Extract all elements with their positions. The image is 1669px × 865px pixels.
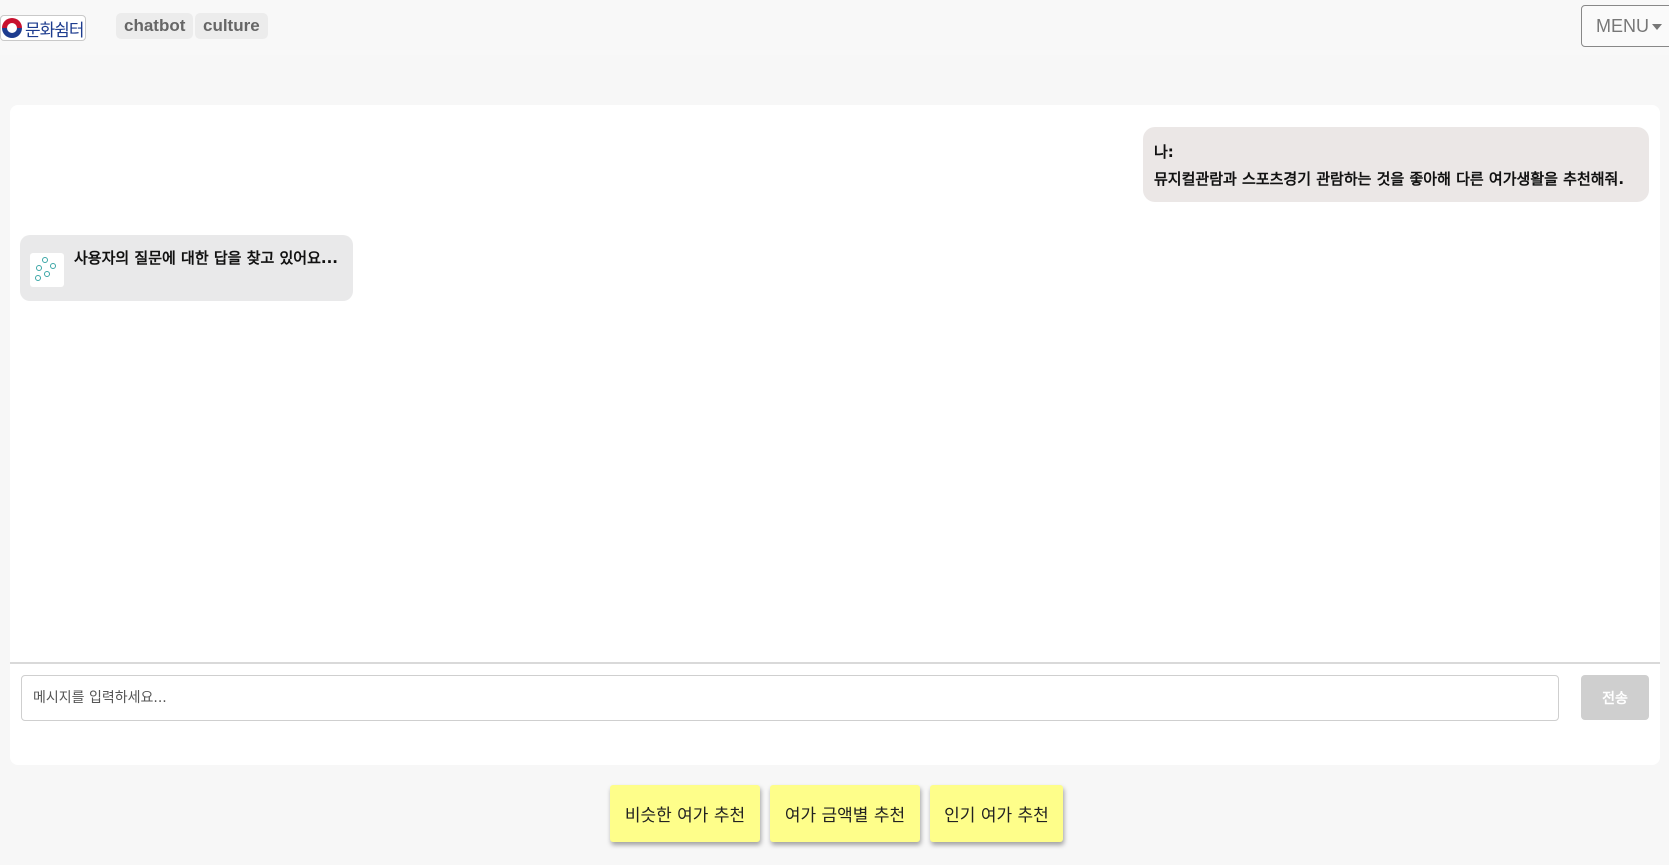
- user-message-bubble: 나: 뮤지컬관람과 스포츠경기 관람하는 것을 좋아해 다른 여가생활을 추천해…: [1143, 127, 1649, 202]
- similar-leisure-recommend-button[interactable]: 비슷한 여가 추천: [610, 785, 760, 842]
- loading-spinner-icon: [30, 253, 64, 287]
- bot-message-bubble: 사용자의 질문에 대한 답을 찾고 있어요...: [20, 235, 353, 301]
- site-logo[interactable]: 문화쉼터: [0, 15, 86, 41]
- price-leisure-recommend-button[interactable]: 여가 금액별 추천: [770, 785, 920, 842]
- taegeuk-logo-icon: [2, 18, 22, 38]
- user-message-sender: 나:: [1154, 143, 1174, 161]
- nav-link-culture[interactable]: culture: [195, 13, 268, 39]
- user-message-text: 뮤지컬관람과 스포츠경기 관람하는 것을 좋아해 다른 여가생활을 추천해줘.: [1154, 170, 1625, 188]
- nav-link-chatbot[interactable]: chatbot: [116, 13, 194, 39]
- send-button[interactable]: 전송: [1581, 675, 1649, 720]
- logo-text: 문화쉼터: [25, 20, 85, 41]
- chat-window: 나: 뮤지컬관람과 스포츠경기 관람하는 것을 좋아해 다른 여가생활을 추천해…: [10, 105, 1660, 765]
- popular-leisure-recommend-button[interactable]: 인기 여가 추천: [930, 785, 1063, 842]
- top-navbar: 문화쉼터 chatbot culture MENU: [0, 0, 1669, 55]
- bot-message-text: 사용자의 질문에 대한 답을 찾고 있어요...: [74, 249, 339, 267]
- input-divider: [10, 662, 1660, 664]
- menu-dropdown-button[interactable]: MENU: [1581, 5, 1669, 47]
- menu-label: MENU: [1596, 16, 1649, 36]
- message-input[interactable]: [21, 675, 1559, 721]
- caret-down-icon: [1652, 24, 1662, 31]
